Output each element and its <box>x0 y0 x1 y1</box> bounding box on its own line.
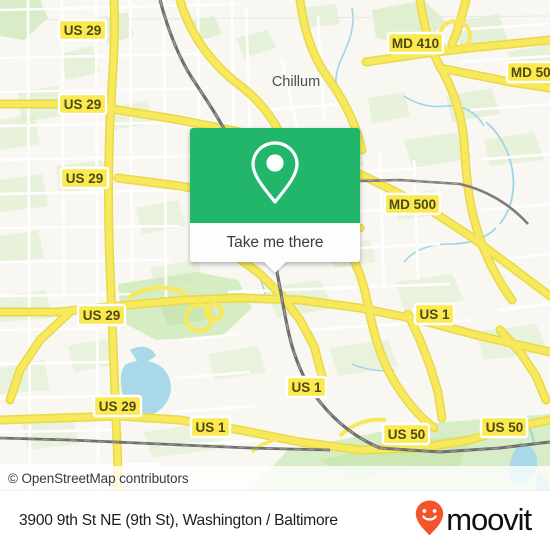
route-shield-us50-1: US 50 <box>381 422 431 446</box>
svg-text:US 1: US 1 <box>419 307 450 322</box>
map-pin-icon <box>246 138 304 213</box>
route-shield-md500: MD 500 <box>383 192 442 216</box>
svg-text:MD 500: MD 500 <box>389 197 436 212</box>
svg-text:US 29: US 29 <box>64 23 102 38</box>
moovit-pin-smiley-icon <box>414 499 445 542</box>
svg-text:US 29: US 29 <box>83 308 121 323</box>
svg-text:MD 410: MD 410 <box>392 36 439 51</box>
info-card-header <box>190 128 360 223</box>
address-label: 3900 9th St NE (9th St), Washington / Ba… <box>19 511 338 529</box>
svg-text:US 29: US 29 <box>99 399 137 414</box>
route-shield-us29-5: US 29 <box>92 394 143 418</box>
take-me-there-label[interactable]: Take me there <box>227 234 324 252</box>
svg-text:US 50: US 50 <box>388 427 426 442</box>
info-card-action[interactable]: Take me there <box>190 223 360 273</box>
moovit-logo[interactable]: moovit <box>414 499 538 542</box>
svg-text:US 1: US 1 <box>291 380 322 395</box>
svg-text:US 50: US 50 <box>486 420 524 435</box>
osm-attribution-bar: © OpenStreetMap contributors <box>0 466 550 490</box>
osm-attribution-text[interactable]: © OpenStreetMap contributors <box>0 471 189 486</box>
route-shield-us29-4: US 29 <box>76 303 127 327</box>
route-shield-us50-2: US 50 <box>479 415 529 439</box>
footer-bar: 3900 9th St NE (9th St), Washington / Ba… <box>0 490 550 550</box>
screenshot-root: Chillum US 29 US 29 US 29 US 29 US 29 MD… <box>0 0 550 550</box>
map-place-label-chillum: Chillum <box>272 74 320 90</box>
route-shield-us29-2: US 29 <box>57 92 108 116</box>
location-info-card[interactable]: Take me there <box>190 128 360 273</box>
svg-text:US 29: US 29 <box>66 171 104 186</box>
svg-text:US 29: US 29 <box>64 97 102 112</box>
route-shield-us29-3: US 29 <box>59 166 110 190</box>
route-shield-md500-edge: MD 500 <box>505 60 550 84</box>
svg-text:US 1: US 1 <box>195 420 226 435</box>
moovit-wordmark: moovit <box>446 502 532 537</box>
svg-text:MD 500: MD 500 <box>511 65 550 80</box>
route-shield-us1-2: US 1 <box>189 415 232 439</box>
route-shield-us1-3: US 1 <box>285 375 328 399</box>
route-shield-us29-1: US 29 <box>57 18 108 42</box>
route-shield-us1-1: US 1 <box>413 302 456 326</box>
info-card-pointer <box>263 261 287 273</box>
route-shield-md410: MD 410 <box>386 31 445 55</box>
